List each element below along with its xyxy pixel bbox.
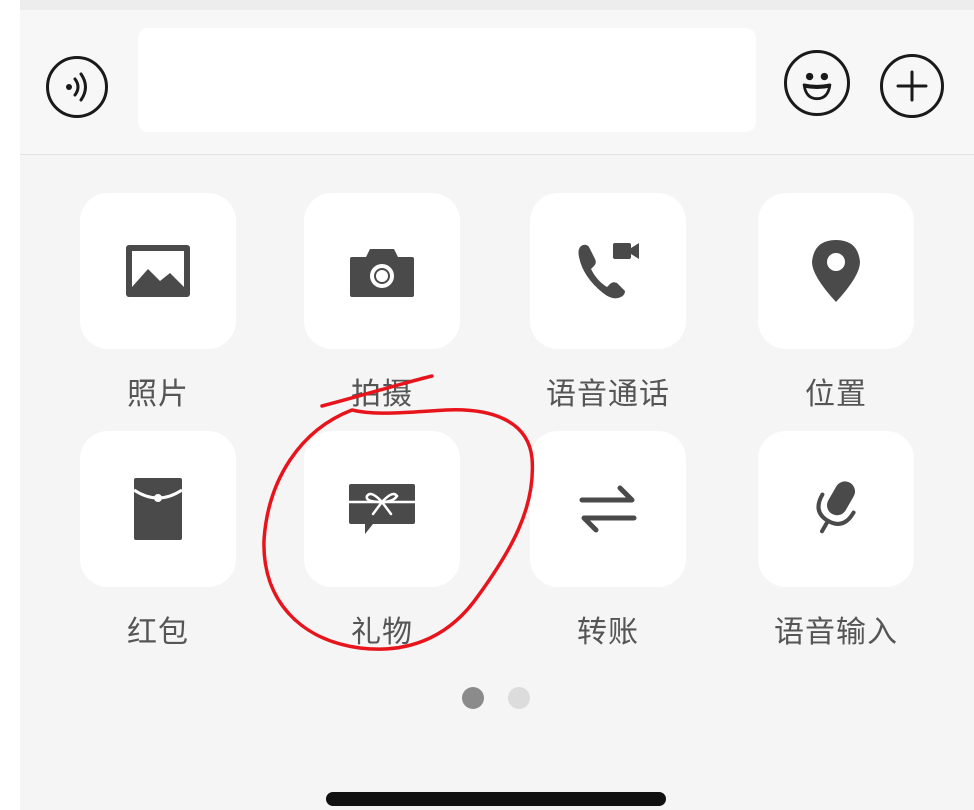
tile-box[interactable] (304, 431, 460, 587)
red-envelope-icon (133, 478, 183, 540)
tile-label: 礼物 (351, 615, 413, 650)
tile-box[interactable] (530, 193, 686, 349)
tile-label: 照片 (127, 377, 189, 412)
tile-box[interactable] (80, 193, 236, 349)
tile-box[interactable] (304, 193, 460, 349)
tile-label: 语音输入 (774, 615, 898, 650)
tile-label: 语音通话 (546, 377, 670, 412)
microphone-icon (816, 481, 856, 534)
tile-box[interactable] (758, 431, 914, 587)
page-dot-inactive[interactable] (508, 687, 530, 709)
chat-input-panel: 照片 拍摄 语音通话 位置 红包 礼物 转账 语音输入 (20, 0, 974, 810)
emoji-button[interactable] (784, 50, 850, 116)
voice-wave-icon (66, 72, 87, 102)
plus-icon (896, 70, 928, 102)
transfer-arrows-icon (579, 485, 637, 533)
photo-icon (126, 245, 190, 297)
home-indicator[interactable] (326, 792, 666, 806)
tile-label: 转账 (577, 615, 639, 650)
tile-photo[interactable]: 照片 (80, 193, 236, 412)
page-indicator (462, 687, 542, 711)
tile-transfer[interactable]: 转账 (530, 431, 686, 650)
page-dot-active[interactable] (462, 687, 484, 709)
tile-gift[interactable]: 礼物 (304, 431, 460, 650)
camera-icon (350, 249, 414, 297)
gift-icon (349, 484, 415, 534)
tile-box[interactable] (758, 193, 914, 349)
tile-label: 拍摄 (351, 377, 413, 412)
phone-video-call-icon (578, 243, 639, 299)
tile-red-envelope[interactable]: 红包 (80, 431, 236, 650)
top-strip (20, 0, 974, 10)
tile-label: 红包 (127, 615, 189, 650)
tile-voice-input[interactable]: 语音输入 (758, 431, 914, 650)
smiley-face-icon (802, 72, 832, 101)
voice-toggle-button[interactable] (46, 56, 108, 118)
more-functions-grid: 照片 拍摄 语音通话 位置 红包 礼物 转账 语音输入 (20, 155, 974, 810)
tile-box[interactable] (80, 431, 236, 587)
tile-label: 位置 (805, 377, 867, 412)
tile-location[interactable]: 位置 (758, 193, 914, 412)
tile-box[interactable] (530, 431, 686, 587)
more-options-button[interactable] (880, 54, 944, 118)
input-bar (20, 10, 974, 155)
location-pin-icon (812, 240, 860, 302)
tile-voice-call[interactable]: 语音通话 (530, 193, 686, 412)
message-input[interactable] (138, 28, 756, 132)
tile-camera[interactable]: 拍摄 (304, 193, 460, 412)
